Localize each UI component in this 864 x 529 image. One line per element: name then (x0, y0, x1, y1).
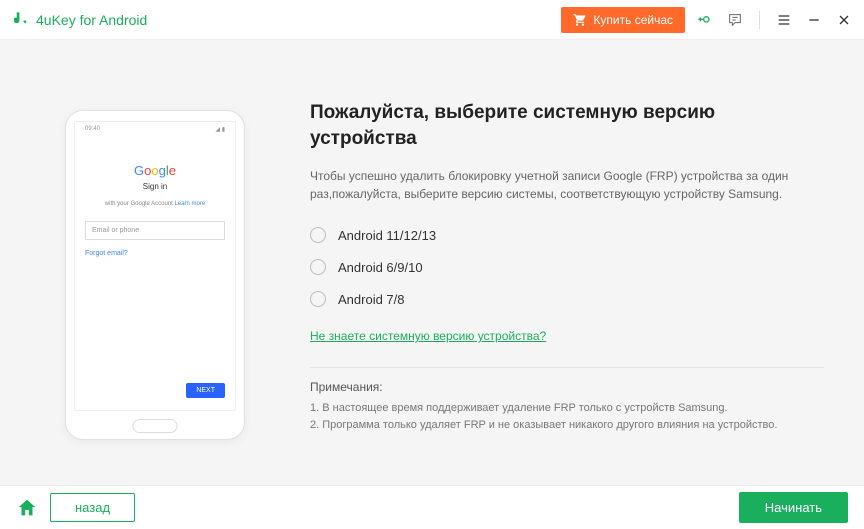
radio-icon (310, 259, 326, 275)
note-1: 1. В настоящее время поддерживает удален… (310, 400, 824, 417)
phone-mockup: 09:40 ◢ ▮ Google Sign in with your Googl… (65, 110, 245, 440)
buy-now-button[interactable]: Купить сейчас (561, 7, 685, 33)
cart-icon (573, 13, 587, 27)
phone-preview-column: 09:40 ◢ ▮ Google Sign in with your Googl… (40, 70, 270, 475)
option-android-6-9-10[interactable]: Android 6/9/10 (310, 259, 824, 275)
notes-title: Примечания: (310, 380, 824, 394)
back-button[interactable]: назад (50, 493, 135, 522)
phone-next-button: NEXT (186, 383, 225, 398)
app-logo: 4uKey for Android (12, 11, 147, 29)
email-field-mock: Email or phone (85, 221, 225, 240)
close-icon[interactable] (836, 12, 852, 28)
app-title: 4uKey for Android (36, 12, 147, 28)
option-android-7-8[interactable]: Android 7/8 (310, 291, 824, 307)
phone-home-button (133, 419, 178, 433)
logo-icon (12, 11, 30, 29)
minimize-icon[interactable] (806, 12, 822, 28)
titlebar: 4uKey for Android Купить сейчас (0, 0, 864, 40)
phone-statusbar: 09:40 ◢ ▮ (85, 126, 225, 133)
forgot-email-link: Forgot email? (85, 250, 225, 257)
instruction-column: Пожалуйста, выберите системную версию ус… (310, 70, 824, 475)
radio-icon (310, 227, 326, 243)
phone-screen: 09:40 ◢ ▮ Google Sign in with your Googl… (74, 121, 236, 411)
note-2: 2. Программа только удаляет FRP и не ока… (310, 417, 824, 434)
google-logo: Google (85, 163, 225, 178)
key-icon[interactable] (697, 12, 713, 28)
start-button[interactable]: Начинать (739, 492, 848, 523)
home-icon[interactable] (16, 497, 38, 519)
footer: назад Начинать (0, 485, 864, 529)
menu-icon[interactable] (776, 12, 792, 28)
option-android-11-12-13[interactable]: Android 11/12/13 (310, 227, 824, 243)
unknown-version-link[interactable]: Не знаете системную версию устройства? (310, 329, 546, 343)
android-version-options: Android 11/12/13 Android 6/9/10 Android … (310, 227, 824, 307)
signin-subtitle: with your Google Account Learn more (85, 201, 225, 207)
main-content: 09:40 ◢ ▮ Google Sign in with your Googl… (0, 40, 864, 485)
feedback-icon[interactable] (727, 12, 743, 28)
signal-icon: ◢ ▮ (215, 126, 225, 133)
signin-title: Sign in (85, 182, 225, 191)
divider (310, 367, 824, 368)
page-heading: Пожалуйста, выберите системную версию ус… (310, 100, 824, 151)
page-description: Чтобы успешно удалить блокировку учетной… (310, 167, 824, 203)
radio-icon (310, 291, 326, 307)
